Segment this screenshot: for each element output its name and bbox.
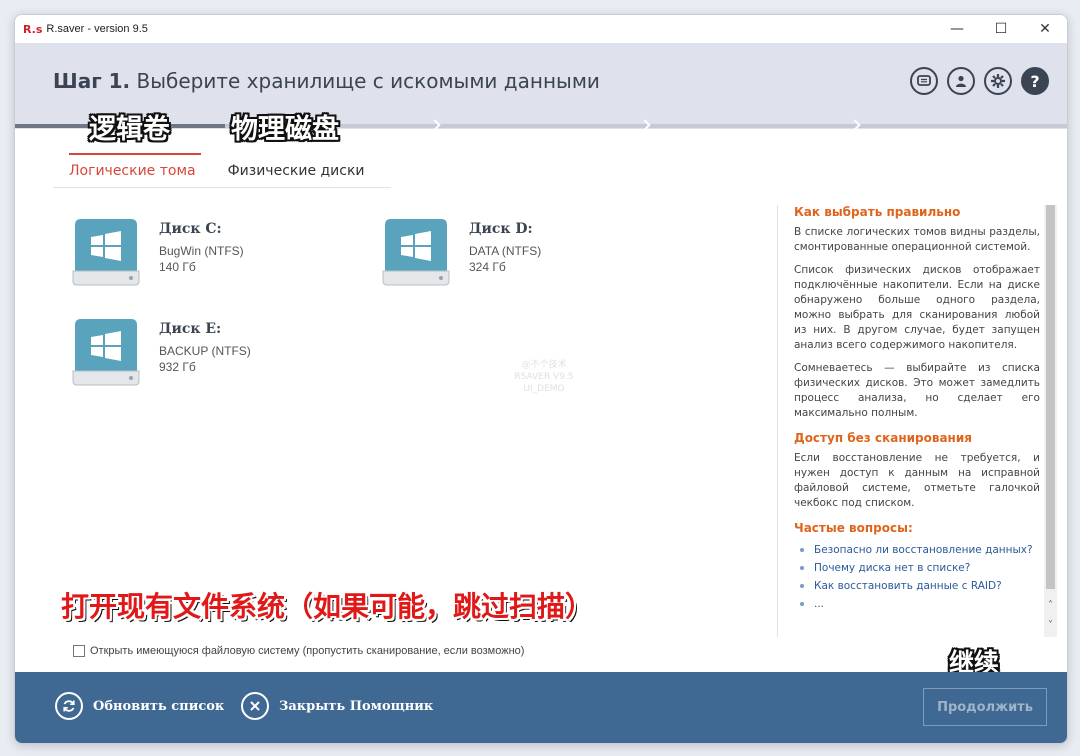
- title-bar: R.s R.saver - version 9.5 — ☐ ✕: [15, 15, 1067, 43]
- disk-c[interactable]: Диск C: BugWin (NTFS) 140 Гб: [69, 215, 244, 289]
- window-title: R.saver - version 9.5: [46, 23, 148, 35]
- chat-icon[interactable]: [910, 67, 938, 95]
- disk-name: Диск E:: [159, 321, 222, 337]
- page-title: Шаг 1. Выберите хранилище с искомыми дан…: [53, 69, 600, 93]
- disk-label: BACKUP (NTFS): [159, 344, 251, 358]
- help-sidebar: Как выбрать правильно В списке логически…: [777, 205, 1044, 637]
- open-filesystem-label: Открыть имеющуюся файловую систему (проп…: [90, 645, 525, 657]
- scroll-up-arrow[interactable]: ˄: [1044, 599, 1057, 613]
- faq-list: Безопасно ли восстановление данных? Поче…: [794, 541, 1040, 613]
- disk-size: 140 Гб: [159, 260, 196, 274]
- close-wizard-button[interactable]: Закрыть Помощник: [241, 692, 433, 720]
- windows-drive-icon: [69, 215, 143, 289]
- maximize-button[interactable]: ☐: [979, 15, 1023, 43]
- caption-open-filesystem: 打开现有文件系统（如果可能，跳过扫描）: [61, 590, 594, 623]
- help-heading: Как выбрать правильно: [794, 205, 961, 219]
- step-description: Выберите хранилище с искомыми данными: [136, 69, 600, 93]
- disk-info: Диск E: BACKUP (NTFS) 932 Гб: [159, 315, 251, 389]
- windows-drive-icon: [69, 315, 143, 389]
- disk-size: 932 Гб: [159, 360, 196, 374]
- help-icon[interactable]: ?: [1021, 67, 1049, 95]
- open-filesystem-checkbox-row[interactable]: Открыть имеющуюся файловую систему (проп…: [73, 645, 524, 657]
- caption-physical-disks: 物理磁盘: [231, 114, 339, 145]
- gear-icon[interactable]: [984, 67, 1012, 95]
- faq-link[interactable]: Безопасно ли восстановление данных?: [794, 541, 1040, 559]
- progress-step-marker: [849, 119, 861, 131]
- faq-link[interactable]: Почему диска нет в списке?: [794, 559, 1040, 577]
- disk-label: BugWin (NTFS): [159, 244, 244, 258]
- help-heading: Доступ без сканирования: [794, 431, 972, 445]
- windows-drive-icon: [379, 215, 453, 289]
- wizard-progress: [15, 119, 1067, 131]
- tab-logical-volumes[interactable]: Логические тома: [53, 155, 212, 187]
- help-paragraph: Если восстановление не требуется, и нуже…: [794, 452, 1040, 509]
- disk-size: 324 Гб: [469, 260, 506, 274]
- help-paragraph: Список физических дисков отображает подк…: [794, 264, 1040, 351]
- help-heading: Частые вопросы:: [794, 521, 913, 535]
- tabs-divider: [53, 187, 391, 188]
- help-paragraph: В списке логических томов видны разделы,…: [794, 226, 1040, 253]
- progress-step-marker: [639, 119, 651, 131]
- open-filesystem-checkbox[interactable]: [73, 645, 85, 657]
- help-paragraph: Сомневаетесь — выбирайте из списка физич…: [794, 362, 1040, 419]
- close-circle-icon: [241, 692, 269, 720]
- refresh-list-label: Обновить список: [93, 698, 225, 714]
- step-number: Шаг 1.: [53, 69, 131, 93]
- disk-info: Диск C: BugWin (NTFS) 140 Гб: [159, 215, 244, 289]
- continue-button[interactable]: Продолжить: [923, 688, 1047, 726]
- faq-link[interactable]: ...: [794, 595, 1040, 613]
- tab-physical-disks[interactable]: Физические диски: [212, 155, 381, 187]
- wizard-header: Шаг 1. Выберите хранилище с искомыми дан…: [15, 43, 1067, 131]
- disk-name: Диск D:: [469, 221, 533, 237]
- disk-d[interactable]: Диск D: DATA (NTFS) 324 Гб: [379, 215, 541, 289]
- refresh-list-button[interactable]: Обновить список: [55, 692, 224, 720]
- disk-name: Диск C:: [159, 221, 222, 237]
- watermark: @不个技术 RSAVER V9.5 UI_DEMO: [514, 360, 574, 394]
- refresh-icon: [55, 692, 83, 720]
- caption-logical-volumes: 逻辑卷: [89, 114, 170, 145]
- wizard-footer: Обновить список Закрыть Помощник Продолж…: [15, 672, 1067, 743]
- close-window-button[interactable]: ✕: [1023, 15, 1067, 43]
- close-wizard-label: Закрыть Помощник: [279, 698, 434, 714]
- disk-e[interactable]: Диск E: BACKUP (NTFS) 932 Гб: [69, 315, 251, 389]
- disk-label: DATA (NTFS): [469, 244, 542, 258]
- window-controls: — ☐ ✕: [935, 15, 1067, 43]
- source-tabs: Логические тома Физические диски: [53, 155, 381, 187]
- header-toolbar: ?: [910, 67, 1049, 95]
- scroll-down-arrow[interactable]: ˅: [1044, 619, 1057, 633]
- disk-info: Диск D: DATA (NTFS) 324 Гб: [469, 215, 541, 289]
- scrollbar-thumb[interactable]: [1046, 205, 1055, 589]
- progress-step-marker: [429, 119, 441, 131]
- minimize-button[interactable]: —: [935, 15, 979, 43]
- app-window: R.s R.saver - version 9.5 — ☐ ✕ Шаг 1. В…: [14, 14, 1068, 744]
- sidebar-scrollbar[interactable]: ˄ ˅: [1044, 205, 1057, 637]
- faq-link[interactable]: Как восстановить данные с RAID?: [794, 577, 1040, 595]
- user-icon[interactable]: [947, 67, 975, 95]
- app-logo: R.s: [23, 22, 43, 36]
